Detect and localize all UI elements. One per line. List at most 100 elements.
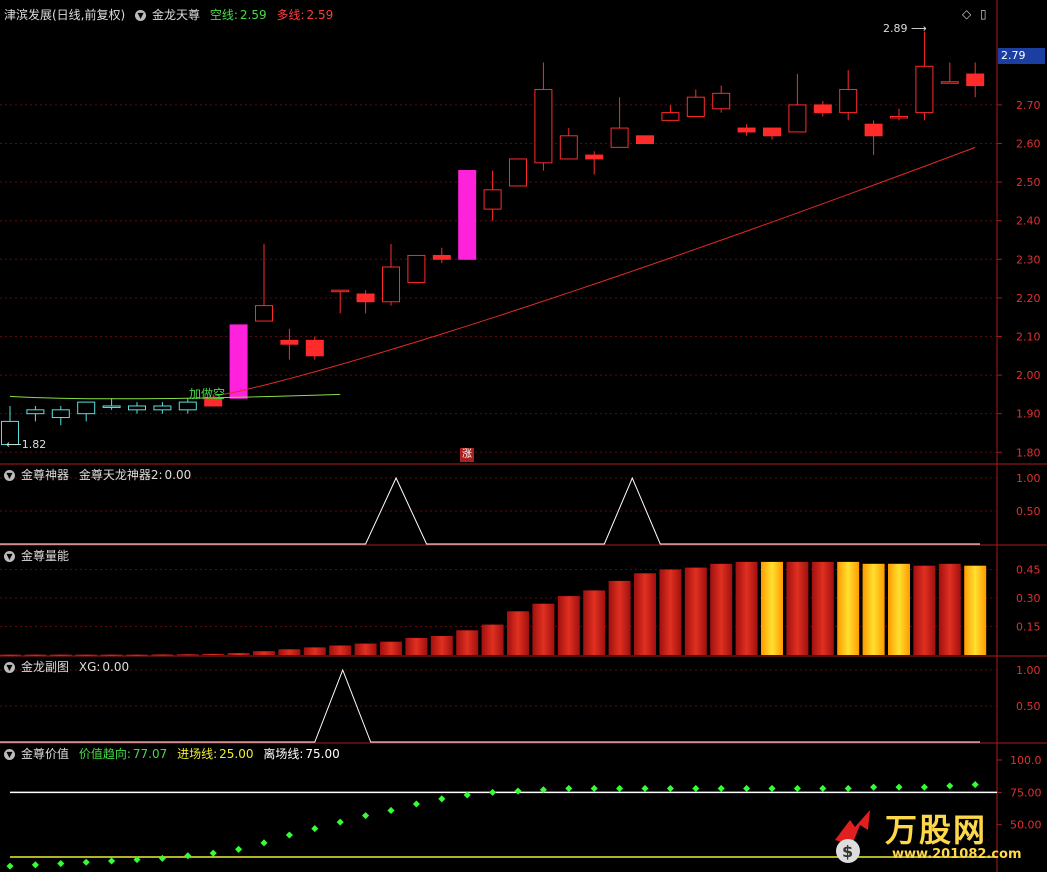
volume-bar	[278, 649, 301, 655]
chevron-down-icon[interactable]: ▼	[4, 749, 15, 760]
sub3-field-value: 0.00	[102, 660, 130, 674]
sub4-v2-value: 25.00	[219, 747, 254, 761]
y-tick-label: 2.10	[1016, 330, 1041, 343]
diamond-icon[interactable]: ◇	[962, 7, 971, 21]
value-dot	[336, 818, 344, 826]
volume-bar	[176, 654, 199, 656]
value-dot	[616, 784, 624, 793]
chevron-down-icon[interactable]: ▼	[135, 10, 147, 21]
candlestick-series	[1, 31, 985, 446]
value-dot	[565, 784, 573, 793]
sub1-title[interactable]: 金尊神器	[21, 468, 69, 482]
candle-body	[763, 127, 781, 137]
y-tick-label: 1.00	[1016, 664, 1041, 677]
sub4-header: ▼ 金尊价值 价值趋向: 77.07 进场线: 25.00 离场线: 75.00	[4, 745, 346, 762]
volume-bar	[862, 563, 885, 655]
candle-body	[432, 254, 451, 260]
value-dot	[260, 839, 268, 847]
value-dot	[82, 858, 90, 866]
sub3-title[interactable]: 金龙副图	[21, 660, 69, 674]
candle-body	[280, 339, 299, 345]
volume-bar	[786, 561, 809, 655]
value-dot	[844, 784, 852, 793]
indicator-name[interactable]: 金龙天尊	[152, 8, 200, 22]
volume-bar	[329, 645, 352, 655]
value-dot	[717, 784, 725, 793]
svg-text:$: $	[842, 842, 853, 861]
stock-title[interactable]: 津滨发展(日线,前复权)	[4, 8, 125, 22]
value-dot	[387, 806, 395, 815]
candle-body	[509, 158, 527, 187]
y-tick-label: 75.00	[1010, 786, 1042, 799]
value-dot	[590, 784, 598, 793]
value-dot	[692, 784, 700, 793]
volume-bar	[456, 630, 479, 655]
sub3-field-label: XG:	[78, 660, 101, 674]
candle-body	[128, 405, 146, 411]
sub4-v3-value: 75.00	[305, 747, 340, 761]
volume-bar	[430, 636, 453, 655]
volume-bar	[507, 611, 529, 655]
y-tick-label: 2.20	[1016, 292, 1041, 305]
y-tick-label: 0.15	[1016, 621, 1041, 634]
chart-window: 2.70 2.60 2.50 2.40 2.30 2.20 2.10 2.00 1.90 1.80…	[0, 0, 1047, 872]
sub4-v3-label: 离场线:	[263, 747, 304, 761]
candle-body	[102, 405, 121, 408]
candle-body	[229, 324, 248, 399]
sub2-title[interactable]: 金尊量能	[21, 549, 69, 563]
sub4-v1-label: 价值趋向:	[78, 747, 131, 761]
duo-label: 多线:	[276, 8, 305, 22]
candle-body	[915, 65, 934, 114]
value-dot	[285, 831, 293, 839]
y-tick-label: 2.60	[1016, 138, 1041, 151]
y-tick-label: 1.80	[1016, 446, 1041, 459]
volume-bar	[253, 651, 275, 655]
candle-body	[890, 115, 908, 119]
volume-bar	[49, 654, 72, 656]
volume-bar	[938, 563, 961, 655]
volume-bar	[659, 569, 682, 655]
chevron-down-icon[interactable]: ▼	[4, 551, 15, 562]
y-tick-label: 0.50	[1016, 700, 1041, 713]
y-tick-label: 1.00	[1016, 472, 1041, 485]
sub1-field-label: 金尊天龙神器2:	[78, 468, 163, 482]
y-tick-label: 0.50	[1016, 505, 1041, 518]
volume-bar	[532, 603, 555, 655]
chevron-down-icon[interactable]: ▼	[4, 470, 15, 481]
volume-bar	[380, 641, 402, 655]
ma-line	[213, 146, 976, 397]
signal-line	[9, 393, 341, 400]
candle-body	[712, 92, 731, 110]
candle-body	[813, 104, 832, 114]
candle-body	[559, 135, 578, 160]
value-dot	[666, 784, 674, 793]
candle-body	[610, 127, 629, 148]
value-dot	[489, 788, 497, 796]
chevron-down-icon[interactable]: ▼	[4, 662, 15, 673]
candle-body	[864, 123, 883, 137]
volume-bar	[405, 637, 428, 655]
volume-bar	[634, 573, 656, 655]
kong-value: 2.59	[239, 8, 267, 22]
value-dot	[514, 787, 522, 795]
y-tick-label: 0.45	[1016, 564, 1041, 577]
sub4-v2-label: 进场线:	[177, 747, 218, 761]
candle-body	[178, 401, 197, 411]
main-pane-header: 津滨发展(日线,前复权) ▼ 金龙天尊 空线: 2.59 多线: 2.59	[4, 6, 339, 23]
value-dot	[641, 784, 649, 793]
value-dot	[819, 784, 827, 793]
y-tick-label: 2.70	[1016, 99, 1041, 112]
value-dot	[235, 845, 243, 853]
volume-bar	[0, 654, 21, 656]
kong-label: 空线:	[209, 8, 238, 22]
candle-body	[534, 88, 553, 164]
zhang-badge[interactable]: 涨	[460, 448, 474, 462]
y-tick-label: 100.0	[1010, 754, 1042, 767]
sub4-title[interactable]: 金尊价值	[21, 747, 69, 761]
signal-label: 加做空	[189, 387, 226, 401]
candle-body	[483, 189, 502, 210]
window-toggle-icon[interactable]: ▯	[980, 7, 987, 21]
volume-bar	[913, 565, 936, 655]
volume-bar	[964, 565, 987, 655]
candle-body	[382, 266, 400, 303]
